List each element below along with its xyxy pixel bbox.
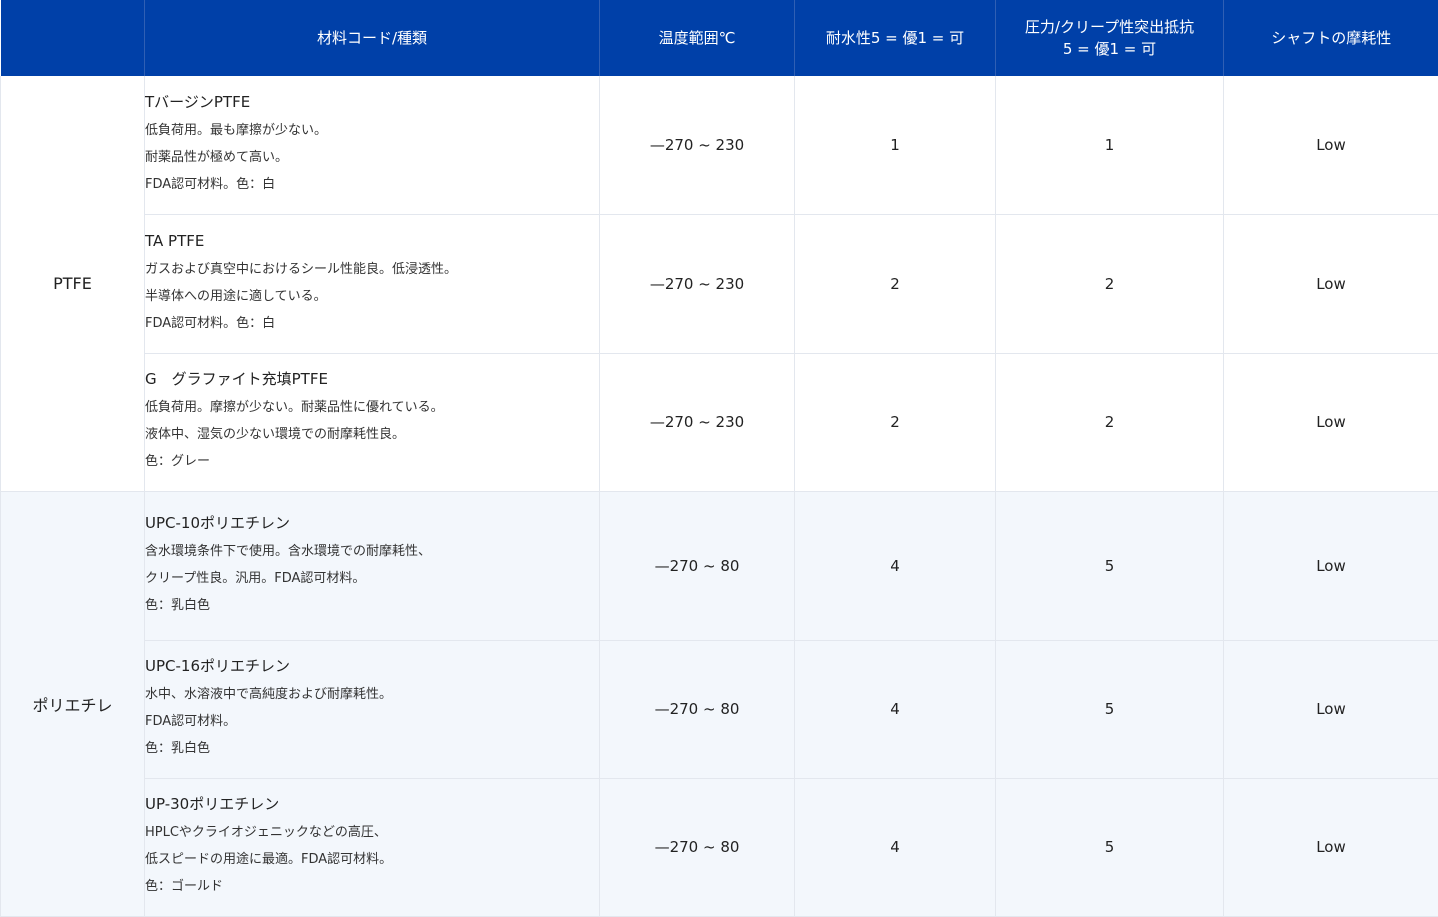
shaft-wear-value: Low (1224, 640, 1438, 778)
pressure-creep-value: 1 (996, 76, 1224, 214)
pressure-creep-value: 2 (996, 353, 1224, 491)
materials-table: 材料コード/種類 温度範囲℃ 耐水性5 = 優1 = 可 圧力/クリープ性突出抵… (0, 0, 1438, 917)
pressure-creep-value: 2 (996, 214, 1224, 353)
header-row: 材料コード/種類 温度範囲℃ 耐水性5 = 優1 = 可 圧力/クリープ性突出抵… (1, 0, 1438, 76)
shaft-wear-value: Low (1224, 491, 1438, 640)
material-description: 耐薬品性が極めて高い。 (145, 144, 599, 171)
table-row: UP-30ポリエチレン HPLCやクライオジェニックなどの高圧、 低スピードの用… (1, 778, 1438, 916)
material-description: ガスおよび真空中におけるシール性能良。低浸透性。 (145, 256, 599, 283)
header-group (1, 0, 145, 76)
material-cell: G グラファイト充填PTFE 低負荷用。摩擦が少ない。耐薬品性に優れている。 液… (145, 353, 600, 491)
material-description: FDA認可材料。色：白 (145, 310, 599, 337)
table-row: PTFE TバージンPTFE 低負荷用。最も摩擦が少ない。 耐薬品性が極めて高い… (1, 76, 1438, 214)
temperature-range: —270 ~ 80 (600, 778, 795, 916)
material-cell: TA PTFE ガスおよび真空中におけるシール性能良。低浸透性。 半導体への用途… (145, 214, 600, 353)
water-resistance-value: 4 (795, 640, 996, 778)
group-label: ポリエチレ (1, 491, 145, 916)
material-name: TA PTFE (145, 231, 599, 251)
header-pressure-line-1: 圧力/クリープ性突出抵抗 (996, 16, 1223, 38)
material-description: 半導体への用途に適している。 (145, 283, 599, 310)
temperature-range: —270 ~ 80 (600, 640, 795, 778)
material-description: 水中、水溶液中で高純度および耐摩耗性。 (145, 681, 599, 708)
material-description: クリープ性良。汎用。FDA認可材料。 (145, 565, 599, 592)
shaft-wear-value: Low (1224, 353, 1438, 491)
water-resistance-value: 2 (795, 214, 996, 353)
water-resistance-value: 2 (795, 353, 996, 491)
shaft-wear-value: Low (1224, 76, 1438, 214)
material-description: 含水環境条件下で使用。含水環境での耐摩耗性、 (145, 538, 599, 565)
table-row: G グラファイト充填PTFE 低負荷用。摩擦が少ない。耐薬品性に優れている。 液… (1, 353, 1438, 491)
material-name: G グラファイト充填PTFE (145, 369, 599, 389)
header-shaft-wear: シャフトの摩耗性 (1224, 0, 1438, 76)
material-description: 色：乳白色 (145, 592, 599, 619)
water-resistance-value: 4 (795, 778, 996, 916)
material-name: UP-30ポリエチレン (145, 794, 599, 814)
header-water-resistance: 耐水性5 = 優1 = 可 (795, 0, 996, 76)
group-label: PTFE (1, 76, 145, 491)
table-row: UPC-16ポリエチレン 水中、水溶液中で高純度および耐摩耗性。 FDA認可材料… (1, 640, 1438, 778)
material-cell: UPC-16ポリエチレン 水中、水溶液中で高純度および耐摩耗性。 FDA認可材料… (145, 640, 600, 778)
shaft-wear-value: Low (1224, 214, 1438, 353)
temperature-range: —270 ~ 230 (600, 353, 795, 491)
material-name: UPC-10ポリエチレン (145, 513, 599, 533)
material-description: 低負荷用。最も摩擦が少ない。 (145, 117, 599, 144)
material-description: HPLCやクライオジェニックなどの高圧、 (145, 819, 599, 846)
table-row: TA PTFE ガスおよび真空中におけるシール性能良。低浸透性。 半導体への用途… (1, 214, 1438, 353)
header-pressure-creep: 圧力/クリープ性突出抵抗 5 = 優1 = 可 (996, 0, 1224, 76)
material-description: FDA認可材料。 (145, 708, 599, 735)
pressure-creep-value: 5 (996, 778, 1224, 916)
temperature-range: —270 ~ 230 (600, 214, 795, 353)
material-name: UPC-16ポリエチレン (145, 656, 599, 676)
material-cell: TバージンPTFE 低負荷用。最も摩擦が少ない。 耐薬品性が極めて高い。 FDA… (145, 76, 600, 214)
material-description: 色：グレー (145, 448, 599, 475)
water-resistance-value: 4 (795, 491, 996, 640)
material-description: 低スピードの用途に最適。FDA認可材料。 (145, 846, 599, 873)
pressure-creep-value: 5 (996, 491, 1224, 640)
material-description: 色：ゴールド (145, 873, 599, 900)
table-row: ポリエチレ UPC-10ポリエチレン 含水環境条件下で使用。含水環境での耐摩耗性… (1, 491, 1438, 640)
shaft-wear-value: Low (1224, 778, 1438, 916)
material-cell: UP-30ポリエチレン HPLCやクライオジェニックなどの高圧、 低スピードの用… (145, 778, 600, 916)
material-cell: UPC-10ポリエチレン 含水環境条件下で使用。含水環境での耐摩耗性、 クリープ… (145, 491, 600, 640)
temperature-range: —270 ~ 230 (600, 76, 795, 214)
material-description: 色：乳白色 (145, 735, 599, 762)
material-description: 液体中、湿気の少ない環境での耐摩耗性良。 (145, 421, 599, 448)
header-pressure-line-2: 5 = 優1 = 可 (996, 38, 1223, 60)
material-name: TバージンPTFE (145, 92, 599, 112)
water-resistance-value: 1 (795, 76, 996, 214)
header-material: 材料コード/種類 (145, 0, 600, 76)
pressure-creep-value: 5 (996, 640, 1224, 778)
header-temperature: 温度範囲℃ (600, 0, 795, 76)
material-description: FDA認可材料。色：白 (145, 171, 599, 198)
material-description: 低負荷用。摩擦が少ない。耐薬品性に優れている。 (145, 394, 599, 421)
temperature-range: —270 ~ 80 (600, 491, 795, 640)
